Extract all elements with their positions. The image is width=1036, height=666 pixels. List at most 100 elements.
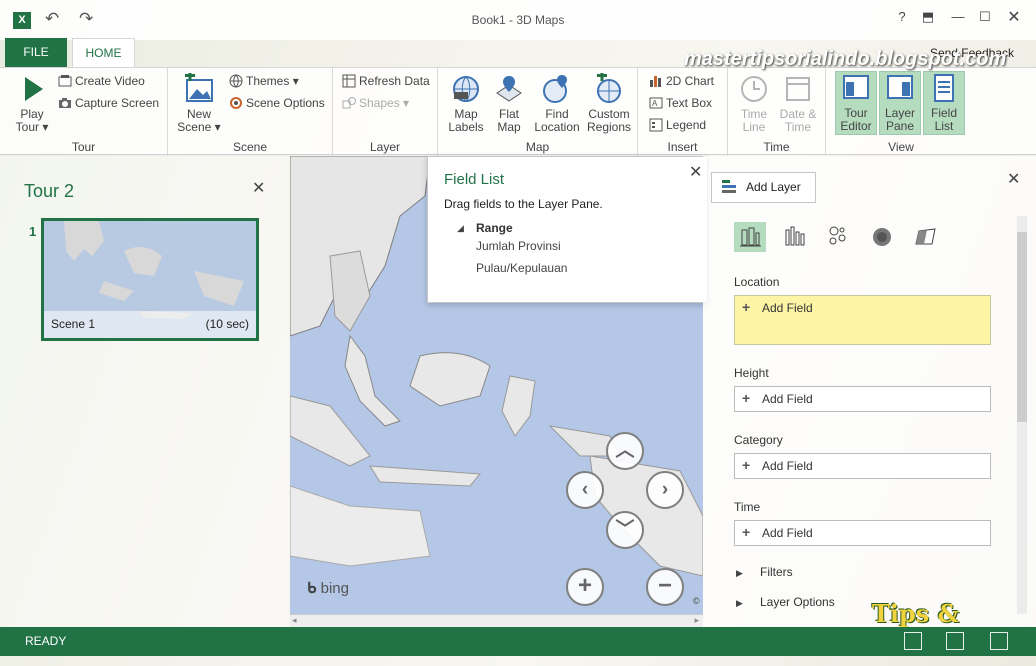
close-field-list-icon[interactable]: ✕ bbox=[689, 162, 702, 182]
bing-b-icon: ᑲ bbox=[307, 580, 317, 597]
layer-pane-scrollbar[interactable] bbox=[1017, 216, 1027, 614]
bubble-icon[interactable] bbox=[822, 222, 854, 252]
minimize-button[interactable]: — bbox=[948, 9, 968, 24]
ribbon-group-label: Map bbox=[525, 140, 550, 154]
scene-duration: (10 sec) bbox=[205, 317, 249, 331]
scroll-right-icon[interactable]: ▸ bbox=[694, 615, 699, 626]
table-range[interactable]: Range bbox=[476, 221, 513, 235]
close-button[interactable]: ✕ bbox=[1004, 7, 1024, 27]
map-copyright: © bbox=[693, 596, 700, 606]
play-tour-button[interactable]: Play Tour ▾ bbox=[10, 73, 54, 134]
text-box-button[interactable]: A Text Box bbox=[649, 94, 712, 112]
field-list-toggle[interactable]: Field List bbox=[923, 71, 965, 135]
scene-caption: Scene 1 (10 sec) bbox=[44, 311, 256, 338]
ribbon-group-tour: Play Tour ▾ Create Video Capture Screen T… bbox=[0, 68, 168, 156]
scene-options-icon bbox=[230, 97, 242, 109]
collapse-range-icon[interactable]: ◢ bbox=[457, 223, 464, 234]
location-label: Location bbox=[734, 275, 780, 289]
legend-icon bbox=[649, 118, 663, 132]
shapes-button[interactable]: Shapes ▾ bbox=[342, 94, 409, 112]
ribbon-group-scene: New Scene ▾ Themes ▾ Scene Options Scene bbox=[168, 68, 333, 156]
find-location-icon bbox=[543, 75, 567, 103]
map-horizontal-scrollbar[interactable]: ◂ ▸ bbox=[290, 614, 703, 627]
custom-regions-button[interactable]: Custom Regions bbox=[585, 73, 633, 134]
layer-pane-toggle[interactable]: Layer Pane bbox=[879, 71, 921, 135]
time-label: Time bbox=[734, 500, 761, 514]
globe-icon bbox=[229, 74, 243, 88]
restore-ribbon-icon[interactable]: ⬒ bbox=[918, 9, 938, 25]
play-icon bbox=[25, 77, 43, 101]
ribbon: Play Tour ▾ Create Video Capture Screen T… bbox=[0, 67, 1036, 156]
add-layer-button[interactable]: Add Layer bbox=[711, 172, 816, 203]
title-bar: X ↶ ↷ Book1 - 3D Maps ? ⬒ — ☐ ✕ bbox=[0, 0, 1036, 40]
ribbon-group-insert: 2D Chart A Text Box Legend Insert bbox=[638, 68, 728, 156]
new-scene-icon bbox=[185, 73, 213, 102]
scene-thumbnail[interactable]: Scene 1 (10 sec) bbox=[41, 218, 259, 341]
zoom-in-button[interactable]: + bbox=[566, 568, 604, 606]
field-list-subtitle: Drag fields to the Layer Pane. bbox=[444, 197, 603, 211]
ribbon-group-map: Map Labels Flat Map Find Location Custom Reg… bbox=[438, 68, 638, 156]
fit-view-icon[interactable] bbox=[946, 632, 964, 650]
field-pulau-kepulauan[interactable]: Pulau/Kepulauan bbox=[476, 261, 567, 275]
category-label: Category bbox=[734, 433, 783, 447]
stacked-column-icon[interactable] bbox=[734, 222, 766, 252]
camera-icon bbox=[59, 98, 71, 108]
bing-logo: ᑲ bing bbox=[307, 580, 349, 597]
field-list-icon bbox=[934, 74, 954, 102]
flat-map-button[interactable]: Flat Map bbox=[489, 73, 529, 134]
close-layer-pane-icon[interactable]: ✕ bbox=[1007, 169, 1020, 189]
field-jumlah-provinsi[interactable]: Jumlah Provinsi bbox=[476, 239, 561, 253]
expand-arrow-icon: ▶ bbox=[736, 568, 743, 578]
refresh-data-button[interactable]: Refresh Data bbox=[342, 72, 430, 90]
clustered-column-icon[interactable] bbox=[778, 222, 810, 252]
region-icon[interactable] bbox=[910, 222, 942, 252]
tab-home[interactable]: HOME bbox=[72, 38, 135, 68]
zoom-out-button[interactable]: − bbox=[646, 568, 684, 606]
category-well[interactable]: + Add Field bbox=[734, 453, 991, 479]
tour-editor-pane: Tour 2 ✕ 1 Scene 1 (10 sec) bbox=[0, 156, 289, 627]
maximize-button[interactable]: ☐ bbox=[975, 9, 995, 25]
shapes-icon bbox=[342, 97, 356, 109]
legend-button[interactable]: Legend bbox=[649, 116, 706, 134]
map-labels-button[interactable]: Map Labels bbox=[444, 73, 488, 134]
plus-icon: + bbox=[742, 299, 751, 315]
scroll-left-icon[interactable]: ◂ bbox=[292, 615, 297, 626]
heat-map-icon[interactable] bbox=[866, 222, 898, 252]
help-icon[interactable]: ? bbox=[892, 9, 912, 24]
find-location-button[interactable]: Find Location bbox=[533, 73, 581, 134]
tour-editor-toggle[interactable]: Tour Editor bbox=[835, 71, 877, 135]
new-scene-button[interactable]: New Scene ▾ bbox=[177, 73, 221, 134]
ribbon-group-label: Tour bbox=[71, 140, 96, 154]
height-well[interactable]: + Add Field bbox=[734, 386, 991, 412]
svg-text:A: A bbox=[652, 99, 658, 108]
refresh-icon bbox=[342, 74, 356, 88]
map-view-icon[interactable] bbox=[904, 632, 922, 650]
pan-left-button[interactable]: ‹ bbox=[566, 471, 604, 509]
layer-options-expander[interactable]: ▶ Layer Options bbox=[736, 595, 835, 609]
ribbon-group-label: Scene bbox=[232, 140, 268, 154]
create-video-button[interactable]: Create Video bbox=[58, 72, 145, 90]
date-time-button[interactable]: Date & Time bbox=[776, 73, 820, 134]
layer-pane-icon bbox=[887, 75, 913, 99]
fullscreen-icon[interactable] bbox=[990, 632, 1008, 650]
scene-index: 1 bbox=[29, 224, 37, 239]
location-well[interactable]: + Add Field bbox=[734, 295, 991, 345]
tab-file[interactable]: FILE bbox=[5, 38, 67, 67]
ribbon-group-view: Tour Editor Layer Pane Field List View bbox=[826, 68, 976, 156]
bar-chart-icon bbox=[650, 76, 661, 87]
scene-options-button[interactable]: Scene Options bbox=[229, 94, 325, 112]
scene-name: Scene 1 bbox=[51, 317, 96, 331]
pan-up-button[interactable]: ︿ bbox=[606, 432, 644, 470]
2d-chart-button[interactable]: 2D Chart bbox=[649, 72, 714, 90]
time-line-button[interactable]: Time Line bbox=[734, 73, 774, 134]
pan-down-button[interactable]: ﹀ bbox=[606, 511, 644, 549]
time-well[interactable]: + Add Field bbox=[734, 520, 991, 546]
flat-map-icon bbox=[496, 76, 522, 102]
scrollbar-thumb[interactable] bbox=[1017, 232, 1027, 422]
pan-right-button[interactable]: › bbox=[646, 471, 684, 509]
close-tour-pane-icon[interactable]: ✕ bbox=[252, 178, 265, 198]
themes-button[interactable]: Themes ▾ bbox=[229, 72, 299, 90]
capture-screen-button[interactable]: Capture Screen bbox=[58, 94, 159, 112]
filters-expander[interactable]: ▶ Filters bbox=[736, 565, 793, 579]
watermark-blog: mastertipsorialindo.blogspot.com bbox=[684, 48, 1007, 70]
